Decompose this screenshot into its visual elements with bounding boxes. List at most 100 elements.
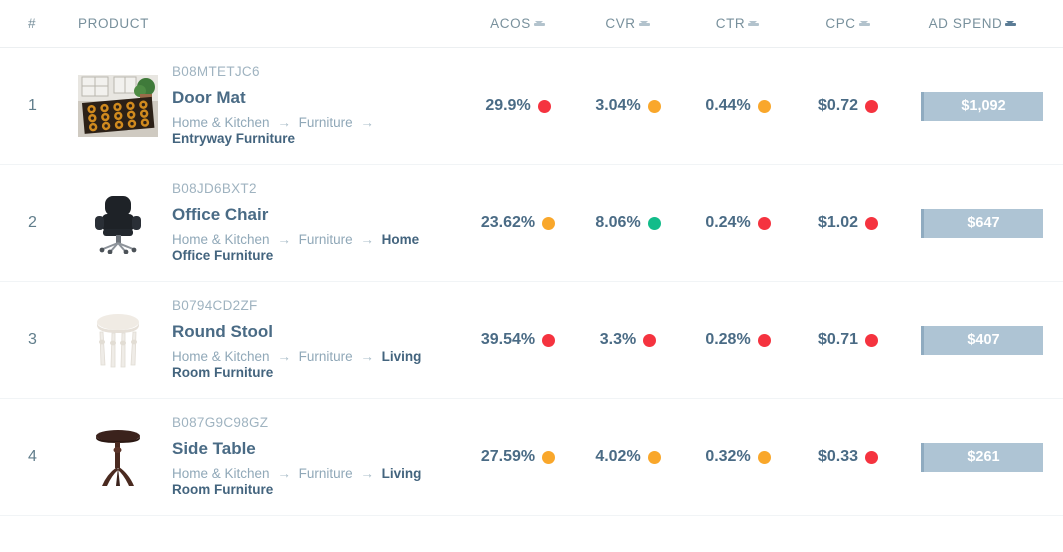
rank-value: 3: [28, 331, 37, 348]
breadcrumb-arrow-icon: →: [277, 232, 291, 247]
cvr-value: 3.04%: [595, 97, 640, 115]
product-asin: B0794CD2ZF: [172, 299, 434, 314]
product-info: B087G9C98GZ Side Table Home & Kitchen → …: [172, 416, 434, 498]
product-asin: B08JD6BXT2: [172, 182, 434, 197]
cell-cvr: 8.06%: [573, 214, 683, 232]
cvr-status-dot: [643, 334, 656, 347]
column-header-acos-label: ACOS: [490, 16, 531, 31]
cell-product[interactable]: B087G9C98GZ Side Table Home & Kitchen → …: [78, 416, 463, 498]
rank-value: 2: [28, 214, 37, 231]
breadcrumb-arrow-icon: →: [360, 466, 374, 481]
cell-rank: 4: [28, 448, 78, 466]
ad-spend-value: $647: [967, 215, 999, 231]
table-row[interactable]: 3 B0794CD2ZF: [0, 282, 1063, 399]
cell-acos: 27.59%: [463, 448, 573, 466]
product-title[interactable]: Round Stool: [172, 323, 434, 342]
cell-ad-spend: $1,092: [903, 92, 1043, 121]
cpc-value: $1.02: [818, 214, 858, 232]
product-thumbnail-office-chair-photo: [78, 192, 158, 254]
cpc-value: $0.33: [818, 448, 858, 466]
table-row[interactable]: 2: [0, 165, 1063, 282]
breadcrumb-parent-1[interactable]: Home & Kitchen: [172, 349, 270, 364]
ad-spend-value: $1,092: [961, 98, 1005, 114]
cell-acos: 39.54%: [463, 331, 573, 349]
cell-cpc: $1.02: [793, 214, 903, 232]
sort-arrow-icon[interactable]: [638, 19, 651, 29]
breadcrumb-arrow-icon: →: [277, 466, 291, 481]
cell-cpc: $0.72: [793, 97, 903, 115]
column-header-ad-spend-label: AD SPEND: [929, 16, 1003, 31]
cell-ctr: 0.32%: [683, 448, 793, 466]
cvr-status-dot: [648, 217, 661, 230]
table-body: 1: [0, 48, 1063, 516]
column-header-rank[interactable]: #: [28, 16, 78, 31]
cell-ad-spend: $261: [903, 443, 1043, 472]
column-header-product[interactable]: PRODUCT: [78, 16, 463, 31]
sort-arrow-icon-active[interactable]: [1004, 19, 1017, 29]
breadcrumb-leaf[interactable]: Entryway Furniture: [172, 131, 295, 146]
ad-spend-bar: $1,092: [921, 92, 1043, 121]
product-thumbnail-round-stool-photo: [78, 309, 158, 371]
product-performance-table: # PRODUCT ACOS CVR CTR CPC AD SPEND 1: [0, 0, 1063, 552]
breadcrumb-parent-1[interactable]: Home & Kitchen: [172, 232, 270, 247]
breadcrumb-parent-2[interactable]: Furniture: [299, 466, 353, 481]
ad-spend-bar: $647: [921, 209, 1043, 238]
ctr-status-dot: [758, 451, 771, 464]
cell-ctr: 0.24%: [683, 214, 793, 232]
breadcrumb-parent-1[interactable]: Home & Kitchen: [172, 115, 270, 130]
acos-value: 27.59%: [481, 448, 535, 466]
breadcrumb-parent-2[interactable]: Furniture: [299, 349, 353, 364]
product-title[interactable]: Side Table: [172, 440, 434, 459]
cell-ad-spend: $647: [903, 209, 1043, 238]
sort-arrow-icon[interactable]: [533, 19, 546, 29]
acos-value: 23.62%: [481, 214, 535, 232]
cvr-status-dot: [648, 451, 661, 464]
cell-rank: 1: [28, 97, 78, 115]
cell-acos: 29.9%: [463, 97, 573, 115]
ctr-status-dot: [758, 334, 771, 347]
cell-acos: 23.62%: [463, 214, 573, 232]
product-info: B08MTETJC6 Door Mat Home & Kitchen → Fur…: [172, 65, 434, 147]
cell-ad-spend: $407: [903, 326, 1043, 355]
breadcrumb-arrow-icon: →: [277, 349, 291, 364]
sort-arrow-icon[interactable]: [858, 19, 871, 29]
table-header-row: # PRODUCT ACOS CVR CTR CPC AD SPEND: [0, 0, 1063, 48]
column-header-ctr[interactable]: CTR: [683, 16, 793, 31]
column-header-cpc[interactable]: CPC: [793, 16, 903, 31]
product-title[interactable]: Door Mat: [172, 89, 434, 108]
cell-cpc: $0.71: [793, 331, 903, 349]
column-header-rank-label: #: [28, 16, 36, 31]
cell-cvr: 3.3%: [573, 331, 683, 349]
cpc-value: $0.72: [818, 97, 858, 115]
cpc-status-dot: [865, 334, 878, 347]
breadcrumb-parent-1[interactable]: Home & Kitchen: [172, 466, 270, 481]
cvr-status-dot: [648, 100, 661, 113]
cell-product[interactable]: B0794CD2ZF Round Stool Home & Kitchen → …: [78, 299, 463, 381]
product-breadcrumb: Home & Kitchen → Furniture → Living Room…: [172, 466, 434, 498]
ctr-value: 0.44%: [705, 97, 750, 115]
breadcrumb-parent-2[interactable]: Furniture: [299, 232, 353, 247]
ad-spend-bar: $261: [921, 443, 1043, 472]
rank-value: 4: [28, 448, 37, 465]
sort-arrow-icon[interactable]: [747, 19, 760, 29]
product-thumbnail-side-table-photo: [78, 426, 158, 488]
cell-product[interactable]: B08JD6BXT2 Office Chair Home & Kitchen →…: [78, 182, 463, 264]
cell-rank: 3: [28, 331, 78, 349]
acos-value: 39.54%: [481, 331, 535, 349]
product-breadcrumb: Home & Kitchen → Furniture → Living Room…: [172, 349, 434, 381]
cpc-status-dot: [865, 451, 878, 464]
column-header-ad-spend[interactable]: AD SPEND: [903, 16, 1043, 31]
column-header-cvr[interactable]: CVR: [573, 16, 683, 31]
product-thumbnail-door-mat-photo: [78, 75, 158, 137]
breadcrumb-parent-2[interactable]: Furniture: [299, 115, 353, 130]
table-row[interactable]: 1: [0, 48, 1063, 165]
breadcrumb-arrow-icon: →: [360, 349, 374, 364]
column-header-acos[interactable]: ACOS: [463, 16, 573, 31]
product-title[interactable]: Office Chair: [172, 206, 434, 225]
cell-product[interactable]: B08MTETJC6 Door Mat Home & Kitchen → Fur…: [78, 65, 463, 147]
ad-spend-bar: $407: [921, 326, 1043, 355]
ctr-value: 0.28%: [705, 331, 750, 349]
ad-spend-value: $261: [967, 449, 999, 465]
table-row[interactable]: 4 B087G9C98GZ Side Table Home & Kitchen …: [0, 399, 1063, 516]
cvr-value: 4.02%: [595, 448, 640, 466]
